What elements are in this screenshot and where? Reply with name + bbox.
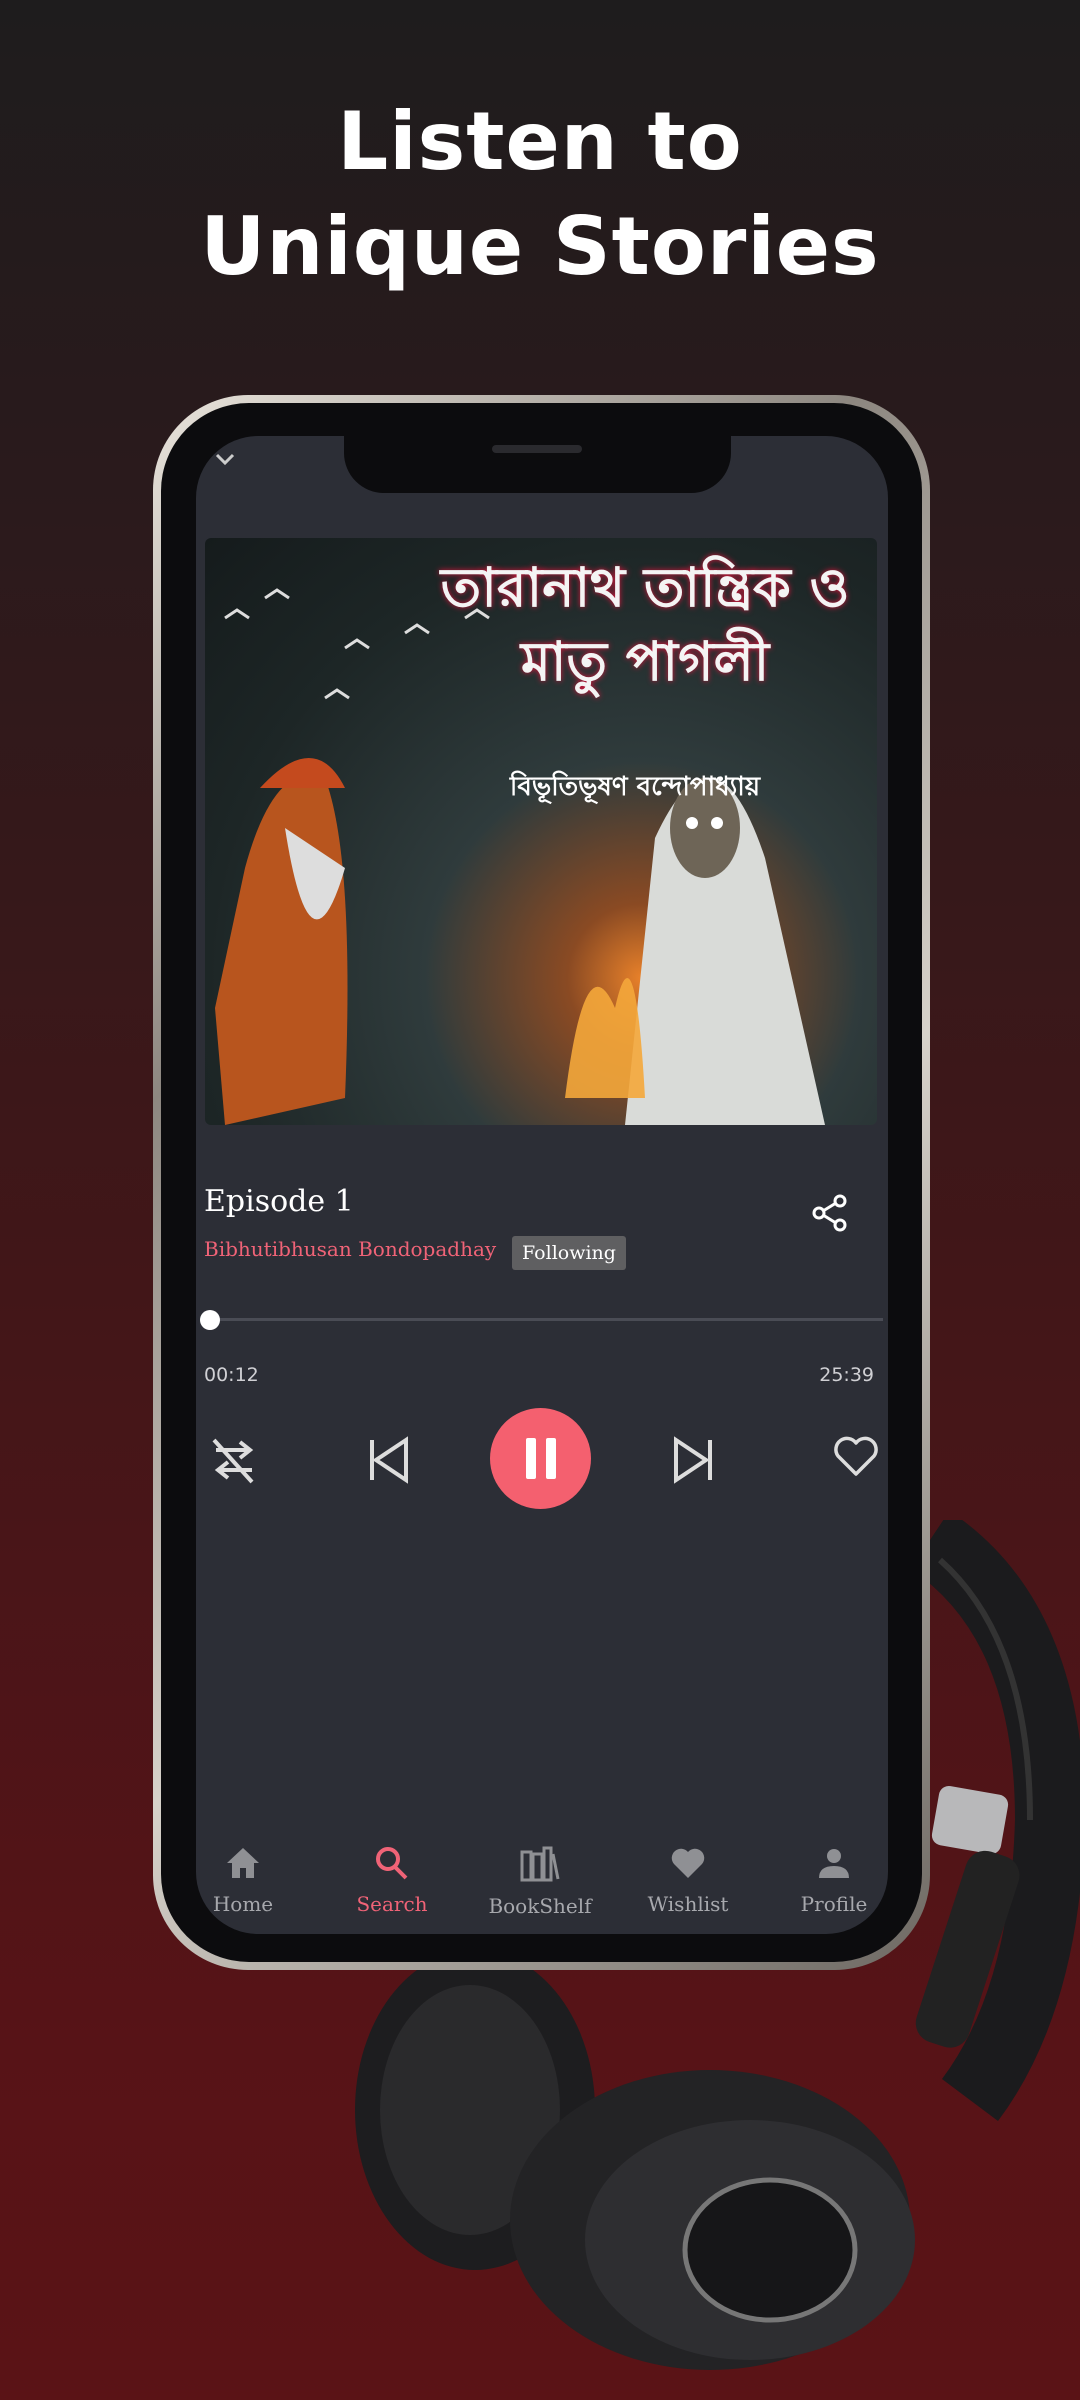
search-icon — [376, 1847, 408, 1880]
nav-label: BookShelf — [488, 1894, 592, 1918]
home-icon — [227, 1848, 259, 1878]
profile-icon — [819, 1849, 849, 1878]
author-link[interactable]: Bibhutibhusan Bondopadhay — [204, 1237, 496, 1261]
bookshelf-icon — [520, 1846, 560, 1882]
nav-wishlist[interactable]: Wishlist — [628, 1846, 748, 1916]
elapsed-time: 00:12 — [204, 1364, 259, 1386]
heart-icon — [671, 1848, 705, 1878]
nav-profile[interactable]: Profile — [774, 1846, 888, 1916]
pause-icon — [526, 1438, 556, 1479]
promo-headline-line1: Listen to — [337, 95, 743, 188]
chevron-down-icon[interactable] — [214, 452, 236, 466]
seek-bar[interactable] — [204, 1318, 883, 1321]
cover-author-art: বিভূতিভূষণ বন্দোপাধ্যায় — [509, 772, 761, 802]
seek-knob[interactable] — [200, 1310, 221, 1330]
nav-home[interactable]: Home — [196, 1846, 303, 1916]
nav-label: Home — [212, 1892, 274, 1916]
previous-icon[interactable] — [368, 1436, 410, 1484]
promo-headline-line2: Unique Stories — [200, 200, 880, 293]
following-button[interactable]: Following — [512, 1236, 626, 1270]
favorite-heart-icon[interactable] — [832, 1434, 880, 1478]
pause-button[interactable] — [490, 1408, 591, 1509]
episode-title: Episode 1 — [204, 1184, 354, 1219]
nav-bookshelf[interactable]: BookShelf — [480, 1846, 600, 1918]
cover-art: তারানাথ তান্ত্রিক ও মাতু পাগলী বিভূতিভূষ… — [205, 538, 877, 1125]
nav-label: Profile — [800, 1892, 868, 1916]
player-screen: তারানাথ তান্ত্রিক ও মাতু পাগলী বিভূতিভূষ… — [196, 436, 888, 1934]
duration-time: 25:39 — [819, 1364, 874, 1386]
nav-label: Wishlist — [647, 1892, 729, 1916]
nav-label: Search — [356, 1892, 428, 1916]
share-icon[interactable] — [810, 1193, 850, 1233]
next-icon[interactable] — [672, 1436, 714, 1484]
repeat-off-icon[interactable] — [208, 1434, 260, 1486]
cover-title-art: তারানাথ তান্ত্রিক ও মাতু পাগলী — [440, 555, 850, 693]
nav-search[interactable]: Search — [332, 1846, 452, 1916]
phone-notch — [344, 436, 731, 493]
